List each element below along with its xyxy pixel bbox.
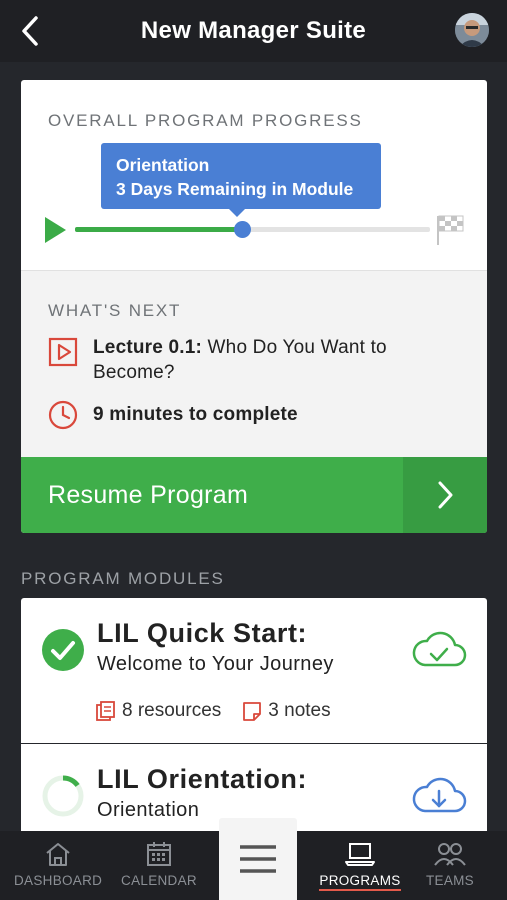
- video-lecture-icon: [48, 337, 78, 367]
- menu-button[interactable]: [219, 818, 297, 900]
- hamburger-icon: [240, 845, 276, 873]
- user-avatar-icon: [455, 13, 489, 47]
- nav-teams-label: TEAMS: [425, 873, 474, 888]
- laptop-icon: [345, 843, 375, 866]
- progress-knob: [233, 221, 251, 238]
- progress-track: [43, 213, 465, 247]
- app-header: New Manager Suite: [0, 0, 507, 62]
- module-title: LIL Quick Start:: [97, 618, 308, 648]
- people-icon: [434, 843, 466, 866]
- tooltip-remaining: 3 Days Remaining in Module: [116, 179, 354, 199]
- module-subtitle: Orientation: [97, 799, 200, 821]
- whats-next-label: WHAT'S NEXT: [48, 301, 182, 320]
- resume-program-label: Resume Program: [48, 481, 249, 509]
- notes-icon: [243, 702, 262, 721]
- next-lecture-text: Lecture 0.1: Who Do You Want to Become?: [93, 335, 458, 385]
- nav-dashboard-label: DASHBOARD: [14, 873, 103, 888]
- module-meta: 8 resources 3 notes: [95, 700, 331, 722]
- finish-flag-icon: [437, 215, 464, 245]
- lecture-number: Lecture 0.1:: [93, 337, 203, 358]
- page-title: New Manager Suite: [140, 17, 367, 44]
- nav-calendar[interactable]: CALENDAR: [118, 841, 200, 888]
- avatar[interactable]: [455, 13, 489, 47]
- program-progress-card: OVERALL PROGRAM PROGRESS Orientation 3 D…: [21, 80, 487, 533]
- current-module-tooltip: Orientation 3 Days Remaining in Module: [101, 143, 381, 217]
- nav-programs[interactable]: PROGRAMS: [316, 841, 404, 891]
- module-progress-ring-icon: [42, 775, 84, 817]
- calendar-icon: [147, 842, 171, 866]
- resources-icon: [96, 701, 115, 721]
- whats-next-section: WHAT'S NEXT Lecture 0.1: Who Do You Want…: [21, 270, 487, 457]
- resources-count: 8 resources: [122, 700, 222, 721]
- progress-fill: [75, 227, 242, 232]
- time-text: 9 minutes to complete: [93, 404, 298, 425]
- program-modules-label: PROGRAM MODULES: [21, 569, 225, 588]
- chevron-right-icon: [438, 481, 453, 509]
- nav-programs-label: PROGRAMS: [319, 873, 401, 891]
- resume-program-button[interactable]: Resume Program: [21, 457, 487, 533]
- home-icon: [46, 843, 70, 866]
- nav-dashboard[interactable]: DASHBOARD: [14, 841, 102, 888]
- tooltip-module-name: Orientation: [116, 155, 210, 175]
- module-subtitle: Welcome to Your Journey: [97, 653, 334, 675]
- next-lecture[interactable]: Lecture 0.1: Who Do You Want to Become?: [48, 335, 458, 385]
- clock-icon: [48, 400, 78, 430]
- module-title: LIL Orientation:: [97, 764, 308, 794]
- overall-progress-label: OVERALL PROGRAM PROGRESS: [48, 111, 363, 130]
- nav-teams[interactable]: TEAMS: [412, 841, 488, 888]
- cloud-check-icon[interactable]: [411, 629, 467, 669]
- check-complete-icon: [42, 629, 84, 671]
- nav-calendar-label: CALENDAR: [121, 873, 197, 888]
- resume-arrow[interactable]: [403, 457, 487, 533]
- module-card-quick-start[interactable]: LIL Quick Start: Welcome to Your Journey…: [21, 598, 487, 743]
- play-start-icon: [45, 217, 66, 243]
- notes-count: 3 notes: [268, 700, 331, 721]
- cloud-download-icon[interactable]: [411, 775, 467, 815]
- time-to-complete: 9 minutes to complete: [48, 400, 298, 430]
